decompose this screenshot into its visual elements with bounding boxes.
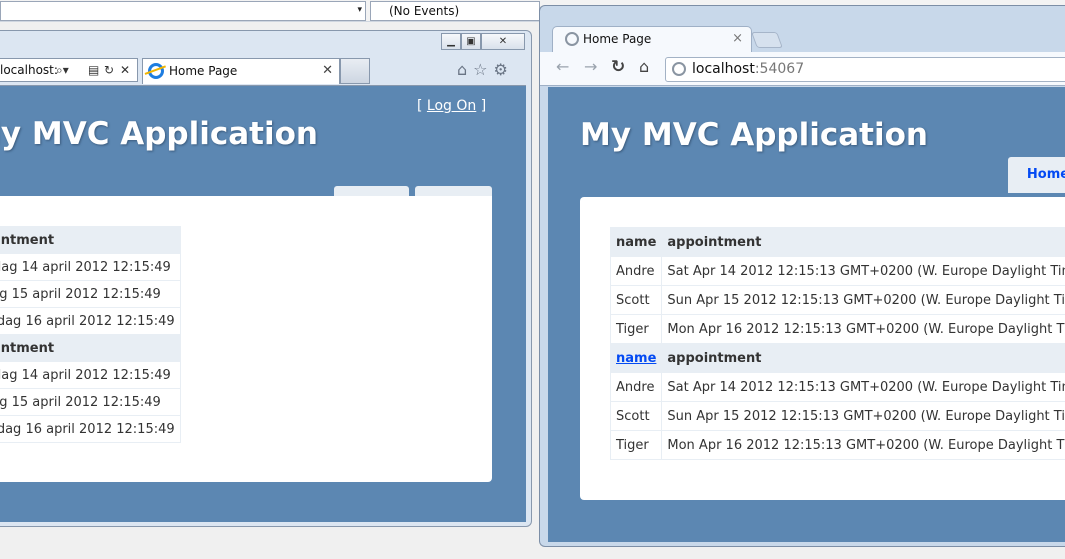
table-row: Scott Sun Apr 15 2012 12:15:13 GMT+0200 (… — [609, 401, 1065, 431]
table-header-appointment: appointment — [661, 343, 1065, 373]
table-cell-appointment: Sat Apr 14 2012 12:15:13 GMT+0200 (W. Eu… — [661, 372, 1065, 402]
chrome-tab-title: Home Page — [583, 32, 652, 46]
table-row: zondag 15 april 2012 12:15:49 — [0, 388, 181, 416]
table-cell-appointment: Mon Apr 16 2012 12:15:13 GMT+0200 (W. Eu… — [661, 430, 1065, 460]
chrome-main-panel: name appointment Andre Sat Apr 14 2012 12… — [580, 197, 1065, 500]
refresh-icon[interactable]: ↻ — [104, 59, 114, 81]
table-cell-appointment: Sat Apr 14 2012 12:15:13 GMT+0200 (W. Eu… — [661, 256, 1065, 286]
ie-logo-icon — [148, 63, 164, 79]
close-window-button[interactable]: ✕ — [481, 33, 525, 50]
url-host: localhost — [692, 61, 755, 77]
site-title: My MVC Application — [0, 116, 318, 152]
chrome-new-tab-button[interactable] — [751, 32, 783, 48]
table-header-row: appointment — [0, 334, 181, 362]
url-port: :54067 — [754, 61, 805, 77]
table-cell-appointment: Sun Apr 15 2012 12:15:13 GMT+0200 (W. Eu… — [661, 285, 1065, 315]
table-header-name: name — [609, 227, 663, 257]
chrome-appointments-table: name appointment Andre Sat Apr 14 2012 12… — [609, 227, 1065, 460]
table-cell-name: Tiger — [609, 314, 663, 344]
sort-by-name-link[interactable]: name — [616, 351, 656, 366]
table-header-row: name appointment — [609, 227, 1065, 257]
table-cell-name: Andre — [609, 256, 663, 286]
ie-page-content: [ Log On ] My MVC Application Home About… — [0, 85, 526, 522]
events-dropdown[interactable]: (No Events) — [370, 1, 540, 21]
table-row: maandag 16 april 2012 12:15:49 — [0, 307, 181, 335]
table-row: Scott Sun Apr 15 2012 12:15:13 GMT+0200 (… — [609, 285, 1065, 315]
chrome-tab-close-icon[interactable]: × — [732, 27, 743, 51]
table-header-appointment: appointment — [661, 227, 1065, 257]
dropdown-arrow-icon[interactable]: ▾ — [357, 5, 362, 15]
ie-tab-title: Home Page — [169, 64, 238, 78]
table-header-row: name appointment — [609, 343, 1065, 373]
table-cell-name: Scott — [609, 401, 663, 431]
table-cell-appointment: zondag 15 april 2012 12:15:49 — [0, 388, 181, 416]
table-cell-appointment: Sun Apr 15 2012 12:15:13 GMT+0200 (W. Eu… — [661, 401, 1065, 431]
table-cell-appointment: zondag 15 april 2012 12:15:49 — [0, 280, 181, 308]
chrome-page-content: My MVC Application Home name appointment… — [548, 87, 1065, 542]
log-on-link[interactable]: Log On — [427, 98, 476, 114]
reload-icon[interactable]: ↻ — [611, 57, 625, 77]
table-cell-name: Tiger — [609, 430, 663, 460]
chrome-browser-window: Home Page × ← → ↻ ⌂ localhost:54067 My M… — [539, 5, 1065, 547]
table-row: Tiger Mon Apr 16 2012 12:15:13 GMT+0200 (… — [609, 314, 1065, 344]
login-display: [ Log On ] — [417, 98, 486, 114]
table-cell-name: Scott — [609, 285, 663, 315]
globe-icon — [672, 62, 686, 76]
ie-appointments-table: appointment zaterdag 14 april 2012 12:15… — [0, 226, 181, 443]
favorites-star-icon[interactable]: ☆ — [473, 60, 487, 79]
ie-address-bar[interactable]: localhost: ⌕▾ ▤ ↻ ✕ — [0, 58, 138, 82]
login-bracket-open: [ — [417, 98, 423, 114]
login-bracket-close: ] — [480, 98, 487, 114]
table-row: Andre Sat Apr 14 2012 12:15:13 GMT+0200 (… — [609, 256, 1065, 286]
window-controls: ▁ ▣ ✕ — [441, 33, 525, 50]
ie-tab-home[interactable]: Home Page ✕ — [142, 58, 340, 84]
ie-address-text: localhost: — [0, 63, 58, 77]
table-row: zaterdag 14 april 2012 12:15:49 — [0, 361, 181, 389]
search-icon[interactable]: ⌕▾ — [56, 59, 69, 81]
site-title: My MVC Application — [580, 117, 928, 153]
home-icon[interactable]: ⌂ — [457, 60, 467, 79]
compat-view-icon[interactable]: ▤ — [88, 59, 99, 81]
table-cell-appointment: zaterdag 14 april 2012 12:15:49 — [0, 253, 181, 281]
table-row: Tiger Mon Apr 16 2012 12:15:13 GMT+0200 (… — [609, 430, 1065, 460]
member-dropdown[interactable]: ▾ — [0, 1, 366, 21]
table-cell-appointment: Mon Apr 16 2012 12:15:13 GMT+0200 (W. Eu… — [661, 314, 1065, 344]
minimize-button[interactable]: ▁ — [441, 33, 461, 50]
maximize-button[interactable]: ▣ — [461, 33, 481, 50]
ie-main-panel: appointment zaterdag 14 april 2012 12:15… — [0, 196, 492, 482]
gear-icon[interactable]: ⚙ — [494, 60, 508, 79]
table-cell-appointment: maandag 16 april 2012 12:15:49 — [0, 307, 181, 335]
menu-tab-home[interactable]: Home — [1008, 157, 1065, 193]
chrome-tab-home[interactable]: Home Page × — [552, 26, 752, 52]
globe-icon — [565, 32, 579, 46]
table-row: maandag 16 april 2012 12:15:49 — [0, 415, 181, 443]
chrome-toolbar: ← → ↻ ⌂ localhost:54067 — [540, 52, 1065, 86]
table-header-appointment: appointment — [0, 334, 181, 362]
table-header-name: name — [609, 343, 663, 373]
ie-browser-window: ▁ ▣ ✕ localhost: ⌕▾ ▤ ↻ ✕ Home Page ✕ ⌂ … — [0, 30, 532, 527]
chrome-omnibox[interactable]: localhost:54067 — [665, 57, 1065, 82]
home-icon[interactable]: ⌂ — [639, 57, 649, 76]
stop-icon[interactable]: ✕ — [120, 59, 130, 81]
ie-tab-close-icon[interactable]: ✕ — [322, 59, 333, 83]
table-cell-appointment: maandag 16 april 2012 12:15:49 — [0, 415, 181, 443]
table-row: zaterdag 14 april 2012 12:15:49 — [0, 253, 181, 281]
table-row: zondag 15 april 2012 12:15:49 — [0, 280, 181, 308]
ie-toolbar-icons: ⌂ ☆ ⚙ — [457, 60, 508, 79]
table-header-row: appointment — [0, 226, 181, 254]
forward-arrow-icon[interactable]: → — [584, 57, 597, 76]
ie-new-tab-button[interactable] — [340, 58, 370, 84]
table-row: Andre Sat Apr 14 2012 12:15:13 GMT+0200 (… — [609, 372, 1065, 402]
table-header-appointment: appointment — [0, 226, 181, 254]
back-arrow-icon[interactable]: ← — [556, 57, 569, 76]
table-cell-name: Andre — [609, 372, 663, 402]
table-cell-appointment: zaterdag 14 april 2012 12:15:49 — [0, 361, 181, 389]
